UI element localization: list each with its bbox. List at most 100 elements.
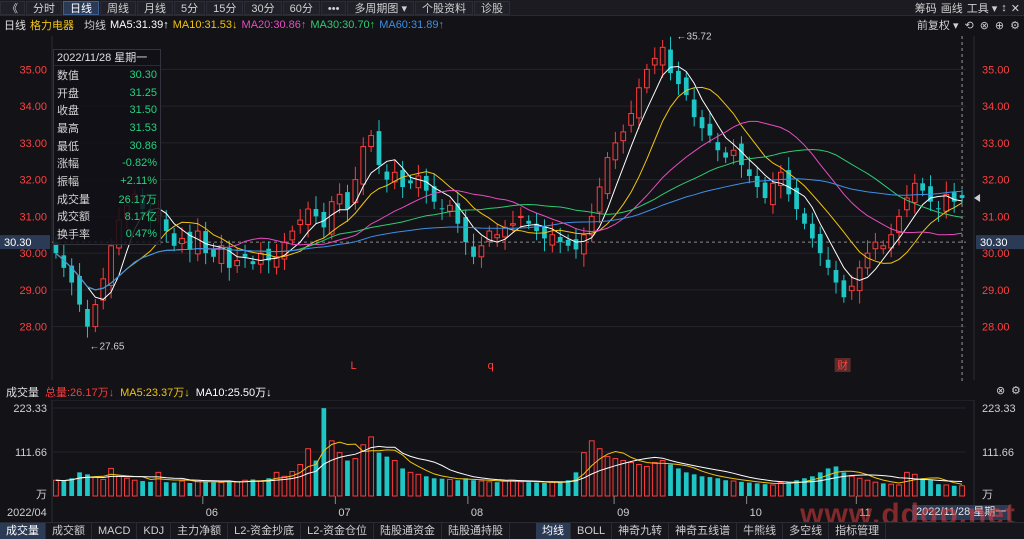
- info-key: 涨幅: [57, 158, 79, 171]
- candle-body: [100, 278, 107, 301]
- info-row: 开盘 31.25: [54, 84, 160, 102]
- tab-magic-five[interactable]: 神奇五线谱: [669, 523, 738, 539]
- event-marker: L: [351, 360, 357, 372]
- volume-bar: [423, 476, 429, 496]
- tab-l2-bottom[interactable]: L2-资金抄底: [228, 523, 302, 539]
- month-label: 2022/04: [7, 507, 47, 519]
- volume-bar: [943, 484, 950, 497]
- candle-body: [463, 217, 469, 243]
- price-pointer-icon: [974, 194, 981, 203]
- candle-body: [620, 131, 627, 142]
- volume-bar: [911, 473, 918, 497]
- candle-body: [557, 236, 563, 243]
- close-icon[interactable]: ⊗: [996, 384, 1005, 397]
- volume-bar: [959, 485, 965, 497]
- price-tick-left: 29.00: [19, 285, 47, 297]
- candle-body: [573, 239, 579, 250]
- info-key: 成交量: [57, 193, 90, 206]
- volume-bar: [526, 482, 532, 496]
- volume-bar: [250, 479, 256, 496]
- info-key: 开盘: [57, 87, 79, 100]
- tab-volume[interactable]: 成交量: [0, 523, 46, 539]
- volume-bar: [463, 478, 469, 496]
- volume-bar: [644, 465, 650, 497]
- min-price-label: ←27.65: [89, 342, 124, 353]
- tab-turnover[interactable]: 成交额: [46, 523, 92, 539]
- info-row: 成交量 26.17万: [54, 190, 160, 208]
- volume-bar: [542, 482, 547, 496]
- candle-body: [517, 215, 524, 218]
- info-key: 振幅: [57, 175, 79, 188]
- volume-bar: [194, 479, 201, 497]
- info-value: 0.47%: [125, 228, 157, 241]
- gear-icon[interactable]: ⚙: [1011, 384, 1021, 397]
- volume-bar: [683, 472, 689, 496]
- tab-hk-connect-fund[interactable]: 陆股通资金: [374, 523, 442, 539]
- info-value: 31.50: [129, 104, 157, 117]
- tab-hk-connect-hold[interactable]: 陆股通持股: [442, 523, 510, 539]
- volume-bar: [707, 477, 713, 496]
- price-tick-right: 33.00: [982, 138, 1010, 150]
- price-tick-left: 35.00: [19, 64, 47, 76]
- price-tick-left: 33.00: [19, 138, 47, 150]
- info-value: 30.30: [129, 68, 157, 81]
- candle-body: [896, 215, 902, 234]
- volume-bar: [494, 482, 500, 496]
- volume-bar: [455, 480, 461, 496]
- volume-bar: [510, 479, 516, 497]
- volume-tick-right: 111.66: [982, 447, 1014, 459]
- volume-bar: [203, 481, 209, 496]
- volume-bar: [187, 482, 193, 496]
- volume-ma10: MA10:25.50万↓: [195, 387, 272, 399]
- tab-ma[interactable]: 均线: [535, 523, 571, 539]
- month-label: 07: [338, 507, 350, 519]
- candle-body: [376, 131, 382, 165]
- volume-bar: [234, 481, 241, 497]
- tab-indicator-manage[interactable]: 指标管理: [829, 523, 887, 539]
- candle-body: [730, 149, 737, 156]
- tab-long-short[interactable]: 多空线: [783, 523, 830, 539]
- candle-body: [604, 157, 611, 195]
- candle-body: [833, 270, 839, 283]
- volume-bar: [864, 479, 871, 497]
- price-tick-right: 31.00: [982, 211, 1010, 223]
- candle-body: [257, 252, 264, 265]
- tab-macd[interactable]: MACD: [92, 523, 138, 539]
- volume-bar: [226, 481, 232, 496]
- price-tick-left: 31.00: [19, 211, 47, 223]
- info-value: -0.82%: [122, 157, 157, 170]
- candle-body: [936, 208, 941, 210]
- tab-boll[interactable]: BOLL: [571, 523, 613, 539]
- volume-tick-right: 223.33: [982, 403, 1016, 415]
- tab-bull-bear[interactable]: 牛熊线: [737, 523, 784, 539]
- volume-bar: [100, 478, 107, 497]
- tab-kdj[interactable]: KDJ: [137, 523, 172, 539]
- volume-bar: [305, 448, 311, 497]
- candle-body: [471, 246, 476, 257]
- volume-bar: [478, 480, 485, 497]
- price-tick-left: 32.00: [19, 175, 47, 187]
- volume-bar: [345, 460, 350, 496]
- tab-main-net[interactable]: 主力净额: [171, 523, 229, 539]
- volume-bar: [730, 480, 737, 497]
- volume-bar: [620, 460, 627, 497]
- volume-bar: [856, 477, 863, 497]
- candle-body: [384, 171, 390, 180]
- candle-body: [651, 57, 658, 66]
- tab-magic-nine[interactable]: 神奇九转: [612, 523, 670, 539]
- candle-body: [510, 223, 516, 226]
- info-row: 数值 30.30: [54, 66, 160, 84]
- candle-body: [959, 195, 965, 199]
- candle-body: [336, 193, 343, 205]
- stock-chart-window: 《 分时 日线 周线 月线 5分 15分 30分 60分 ••• 多周期图 ▾ …: [0, 0, 1024, 539]
- price-tick-left: 34.00: [19, 101, 47, 113]
- info-value: 8.17亿: [124, 211, 157, 224]
- candle-body: [439, 208, 445, 210]
- candle-body: [234, 259, 241, 267]
- volume-bar: [754, 483, 760, 496]
- volume-bar: [155, 471, 162, 497]
- info-value: 26.17万: [118, 193, 157, 206]
- candle-body: [880, 245, 887, 250]
- tab-l2-position[interactable]: L2-资金仓位: [301, 523, 374, 539]
- volume-tick-left: 111.66: [15, 447, 47, 459]
